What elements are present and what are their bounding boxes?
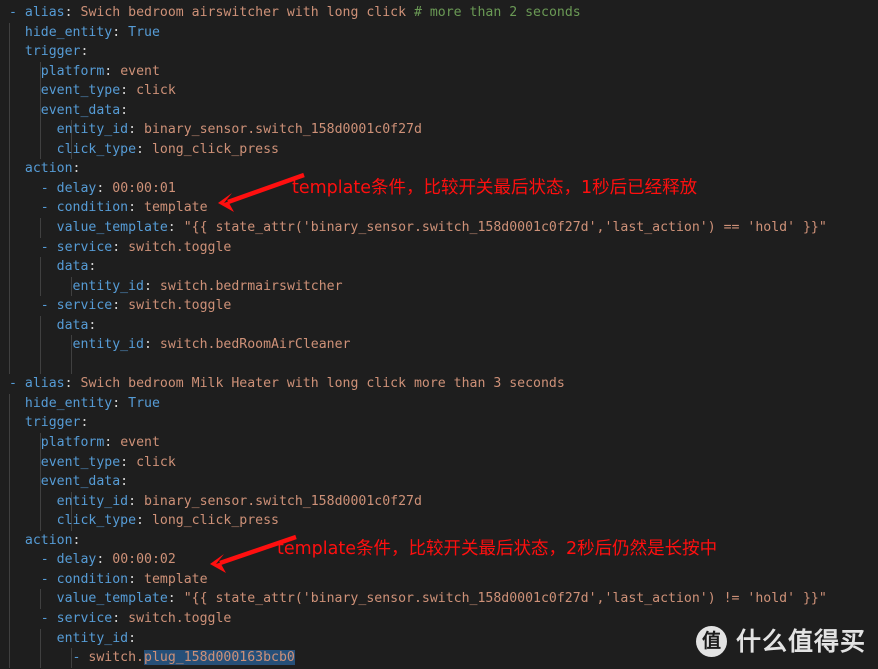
code-line-text: - service: switch.toggle [40,610,232,626]
code-line[interactable]: - service: switch.toggle [0,608,878,629]
code-line-text: action: [24,532,81,548]
indent-guide [9,354,10,375]
code-line-text: - condition: template [40,571,208,587]
code-line-text: entity_id: binary_sensor.switch_158d0001… [56,122,422,138]
code-line-text: event_data: [40,102,129,118]
code-line[interactable]: click_type: long_click_press [0,139,878,160]
yaml-code-block[interactable]: - alias: Swich bedroom airswitcher with … [0,3,878,668]
code-line-text: entity_id: binary_sensor.switch_158d0001… [56,493,422,509]
code-line-text: entity_id: switch.bedrmairswitcher [72,278,343,294]
code-line[interactable]: entity_id: binary_sensor.switch_158d0001… [0,491,878,512]
code-line-text: trigger: [24,44,89,60]
code-line[interactable]: click_type: long_click_press [0,511,878,531]
code-editor-pane[interactable]: - alias: Swich bedroom airswitcher with … [0,0,878,669]
annotation-text-1: template条件，比较开关最后状态，1秒后已经释放 [292,178,698,198]
code-line-text: data: [56,317,97,333]
code-line-text: - delay: 00:00:01 [40,180,176,196]
code-line[interactable]: hide_entity: True [0,22,878,43]
code-line-text: entity_id: switch.bedRoomAirCleaner [72,337,351,353]
indent-guide [40,354,41,375]
code-line[interactable]: - service: switch.toggle [0,296,878,316]
code-line-text: - alias: Swich bedroom airswitcher with … [9,5,581,20]
code-line[interactable]: platform: event [0,433,878,453]
code-line-text: platform: event [40,435,160,451]
code-line[interactable]: - alias: Swich bedroom Milk Heater with … [0,374,878,394]
code-line[interactable]: event_type: click [0,452,878,473]
code-line-text: entity_id: [56,630,137,646]
code-line[interactable]: value_template: "{{ state_attr('binary_s… [0,218,878,238]
code-line[interactable]: - condition: template [0,198,878,219]
code-line-text: data: [56,259,97,275]
code-line[interactable]: value_template: "{{ state_attr('binary_s… [0,589,878,609]
code-line[interactable]: event_type: click [0,81,878,101]
code-line-text: value_template: "{{ state_attr('binary_s… [56,591,827,607]
code-line-text: event_type: click [40,454,176,470]
code-line[interactable]: hide_entity: True [0,393,878,414]
code-line-text: event_data: [40,474,129,490]
code-line[interactable]: event_data: [0,472,878,492]
code-line-text: value_template: "{{ state_attr('binary_s… [56,220,827,236]
code-line[interactable]: - service: switch.toggle [0,237,878,258]
code-line-text: - alias: Swich bedroom Milk Heater with … [9,376,565,392]
code-line[interactable]: event_data: [0,100,878,121]
code-line-text: hide_entity: True [24,24,160,40]
code-line-text: - service: switch.toggle [40,239,232,255]
code-line-text: trigger: [24,415,89,431]
code-line[interactable]: entity_id: binary_sensor.switch_158d0001… [0,120,878,140]
code-line[interactable]: entity_id: switch.bedrmairswitcher [0,276,878,297]
code-line-text: platform: event [40,63,160,79]
code-line[interactable]: - condition: template [0,569,878,590]
code-line-text: - delay: 00:00:02 [40,552,176,568]
code-line[interactable]: - alias: Swich bedroom airswitcher with … [0,3,878,23]
code-line[interactable]: entity_id: switch.bedRoomAirCleaner [0,335,878,355]
code-line[interactable]: platform: event [0,61,878,82]
code-line-text: - service: switch.toggle [40,298,232,314]
code-line[interactable]: trigger: [0,413,878,434]
code-line-text: click_type: long_click_press [56,513,279,529]
code-line-text: click_type: long_click_press [56,141,279,157]
indent-guide [71,354,72,375]
code-line-text: event_type: click [40,83,176,99]
code-line[interactable] [0,354,878,375]
code-line[interactable]: data: [0,315,878,336]
code-line[interactable]: entity_id: [0,628,878,649]
code-line[interactable]: - switch.plug_158d000163bcb0 [0,648,878,668]
code-line-text: - condition: template [40,200,208,216]
code-line[interactable]: trigger: [0,42,878,62]
code-line[interactable]: data: [0,257,878,277]
annotation-text-2: template条件，比较开关最后状态，2秒后仍然是长按中 [277,539,718,559]
code-line-text: action: [24,161,81,177]
code-line-text: - switch.plug_158d000163bcb0 [72,650,295,666]
code-line-text: hide_entity: True [24,395,160,411]
